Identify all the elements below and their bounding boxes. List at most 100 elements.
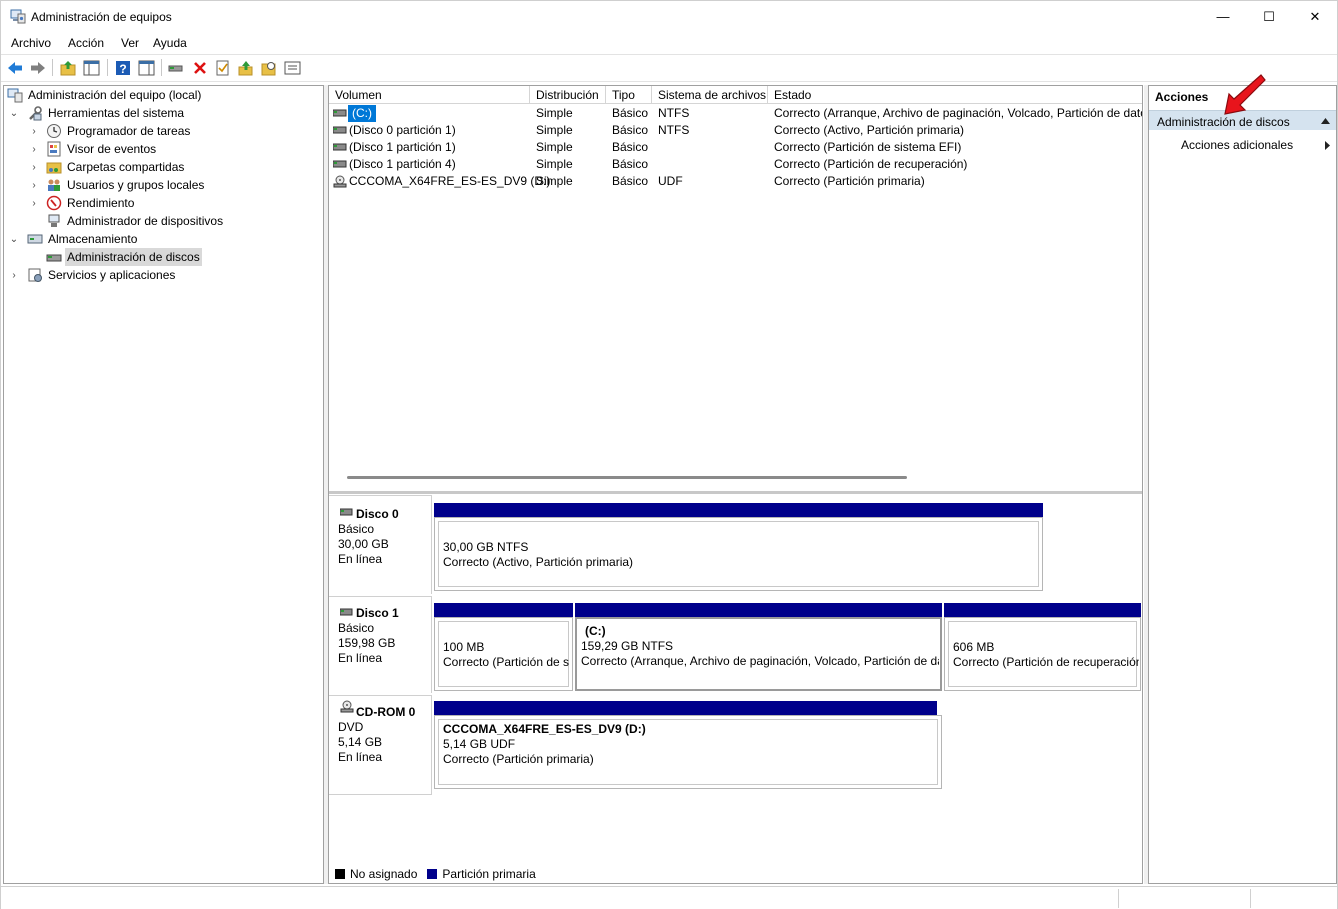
tree-item-dispositivos[interactable]: Administrador de dispositivos: [4, 212, 323, 230]
tree-item-carpetas[interactable]: › Carpetas compartidas: [4, 158, 323, 176]
maximize-button[interactable]: ☐: [1246, 1, 1292, 32]
cell-type: Básico: [612, 123, 649, 137]
chevron-right-icon[interactable]: ›: [9, 266, 19, 284]
cell-type: Básico: [612, 140, 649, 154]
tree-item-servicios[interactable]: › Servicios y aplicaciones: [4, 266, 323, 284]
cell-layout: Simple: [536, 106, 573, 120]
maximize-icon: ☐: [1263, 8, 1275, 24]
legend-label: No asignado: [350, 867, 418, 881]
partition-size: 159,29 GB NTFS: [579, 639, 676, 654]
computer-management-icon: [10, 9, 26, 24]
tree-item-almacenamiento[interactable]: ⌄ Almacenamiento: [4, 230, 323, 248]
partition-size: 100 MB: [443, 640, 485, 654]
volume-icon: [333, 126, 347, 134]
chevron-down-icon[interactable]: ⌄: [9, 230, 19, 248]
column-header-distribucion[interactable]: Distribución: [530, 86, 606, 104]
chevron-right-icon[interactable]: ›: [29, 176, 39, 194]
submenu-arrow-icon[interactable]: [1325, 141, 1330, 150]
table-row[interactable]: CCCOMA_X64FRE_ES-ES_DV9 (D:) Simple Bási…: [329, 173, 1142, 190]
list-button[interactable]: [284, 59, 301, 76]
primary-partition-bar: [434, 701, 937, 715]
connect-icon: [168, 65, 183, 71]
column-header-volumen[interactable]: Volumen: [329, 86, 530, 104]
chevron-right-icon[interactable]: ›: [29, 158, 39, 176]
menu-bar: Archivo Acción Ver Ayuda: [1, 33, 1337, 53]
legend: No asignado Partición primaria: [335, 866, 536, 882]
table-row[interactable]: (Disco 1 partición 4) Simple Básico Corr…: [329, 156, 1142, 173]
chevron-right-icon[interactable]: ›: [29, 122, 39, 140]
menu-archivo[interactable]: Archivo: [11, 36, 51, 50]
tree-item-programador[interactable]: › Programador de tareas: [4, 122, 323, 140]
chevron-right-icon[interactable]: ›: [29, 140, 39, 158]
table-row[interactable]: (Disco 0 partición 1) Simple Básico NTFS…: [329, 122, 1142, 139]
disk-name: Disco 0: [356, 507, 399, 521]
minimize-button[interactable]: —: [1200, 1, 1246, 32]
clock-icon: [47, 124, 61, 138]
forward-button[interactable]: [29, 59, 46, 76]
table-row[interactable]: (C:) Simple Básico NTFS Correcto (Arranq…: [329, 105, 1142, 122]
cell-status: Correcto (Activo, Partición primaria): [774, 123, 965, 137]
tree-item-admin-discos[interactable]: Administración de discos: [4, 248, 323, 266]
cell-type: Básico: [612, 106, 649, 120]
checklist-icon: [216, 60, 228, 75]
show-hide-tree-button[interactable]: [83, 59, 100, 76]
action-pane-button[interactable]: [138, 59, 155, 76]
delete-button[interactable]: [191, 59, 208, 76]
action-acciones-adicionales[interactable]: Acciones adicionales: [1181, 138, 1293, 152]
svg-text:?: ?: [119, 62, 126, 76]
partition-body-selected: (C:) 159,29 GB NTFS Correcto (Arranque, …: [575, 617, 942, 691]
cell-volume: (Disco 1 partición 4): [349, 157, 456, 171]
column-header-sistema-archivos[interactable]: Sistema de archivos: [652, 86, 768, 104]
disk-icon: [340, 508, 353, 516]
help-button[interactable]: ?: [114, 59, 131, 76]
properties-button[interactable]: [214, 59, 231, 76]
actions-title: Acciones: [1155, 90, 1209, 104]
menu-accion[interactable]: Acción: [68, 36, 104, 50]
connect-button[interactable]: [167, 59, 184, 76]
partition-block[interactable]: 606 MB Correcto (Partición de recuperaci…: [944, 603, 1141, 691]
partition-status: Correcto (Arranque, Archivo de paginació…: [579, 654, 939, 669]
tree-label: Visor de eventos: [67, 142, 157, 156]
partition-block[interactable]: CCCOMA_X64FRE_ES-ES_DV9 (D:) 5,14 GB UDF…: [434, 701, 942, 789]
toolbar-separator: [107, 59, 108, 76]
chevron-right-icon[interactable]: ›: [29, 194, 39, 212]
column-header-tipo[interactable]: Tipo: [606, 86, 652, 104]
menu-separator: [1, 54, 1337, 55]
partition-body: 606 MB Correcto (Partición de recuperaci…: [944, 617, 1141, 691]
table-row[interactable]: (Disco 1 partición 1) Simple Básico Corr…: [329, 139, 1142, 156]
tree-item-visor-eventos[interactable]: › Visor de eventos: [4, 140, 323, 158]
collapse-up-icon[interactable]: [1321, 118, 1330, 124]
title-bar: Administración de equipos — ☐ ✕: [1, 1, 1337, 32]
disk-label[interactable]: Disco 1 Básico 159,98 GB En línea: [329, 596, 432, 693]
tree-item-usuarios[interactable]: › Usuarios y grupos locales: [4, 176, 323, 194]
back-button[interactable]: [6, 59, 23, 76]
horizontal-scrollbar[interactable]: [347, 476, 907, 479]
list-icon: [284, 61, 301, 74]
disk-management-icon: [46, 254, 62, 262]
pane-divider[interactable]: [329, 491, 1142, 494]
chevron-down-icon[interactable]: ⌄: [9, 104, 19, 122]
menu-ayuda[interactable]: Ayuda: [153, 36, 187, 50]
tree-item-rendimiento[interactable]: › Rendimiento: [4, 194, 323, 212]
tree-item-root[interactable]: Administración del equipo (local): [4, 86, 323, 104]
close-button[interactable]: ✕: [1292, 1, 1338, 32]
users-icon: [48, 179, 60, 191]
partition-body: 100 MB Correcto (Partición de s: [434, 617, 573, 691]
tree-item-herramientas[interactable]: ⌄ Herramientas del sistema: [4, 104, 323, 122]
partition-block[interactable]: 30,00 GB NTFS Correcto (Activo, Partició…: [434, 503, 1043, 591]
export-button[interactable]: [237, 59, 254, 76]
up-folder-button[interactable]: [59, 59, 76, 76]
disk-label[interactable]: Disco 0 Básico 30,00 GB En línea: [329, 495, 432, 594]
partition-title: CCCOMA_X64FRE_ES-ES_DV9 (D:): [443, 722, 646, 736]
disk-row-disco-0: Disco 0 Básico 30,00 GB En línea 30,00 G…: [329, 495, 1142, 594]
partition-block-c[interactable]: (C:) 159,29 GB NTFS Correcto (Arranque, …: [575, 603, 942, 691]
cell-layout: Simple: [536, 157, 573, 171]
partition-block[interactable]: 100 MB Correcto (Partición de s: [434, 603, 573, 691]
search-button[interactable]: [260, 59, 277, 76]
column-header-estado[interactable]: Estado: [768, 86, 1142, 104]
up-folder-icon: [60, 60, 75, 75]
menu-ver[interactable]: Ver: [121, 36, 139, 50]
disk-label[interactable]: CD-ROM 0 DVD 5,14 GB En línea: [329, 695, 432, 795]
cell-fs: UDF: [658, 174, 683, 188]
computer-management-window: Administración de equipos — ☐ ✕ Archivo …: [0, 0, 1338, 909]
